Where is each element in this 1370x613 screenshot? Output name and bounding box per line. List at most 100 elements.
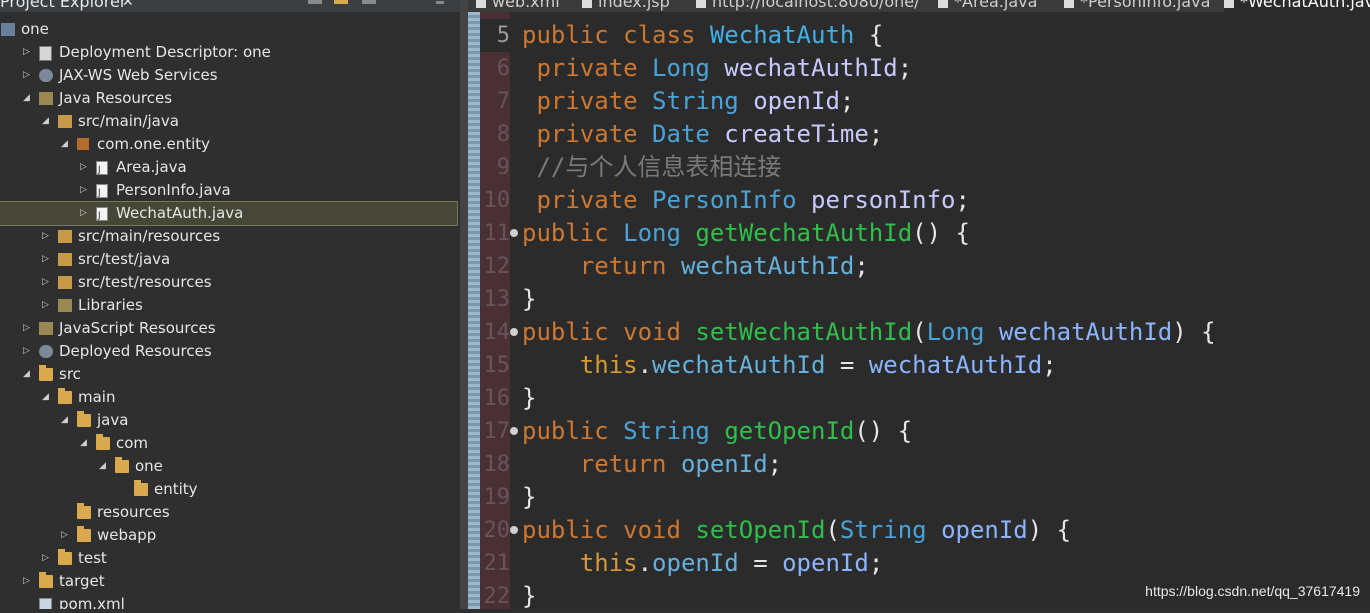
close-explorer-icon[interactable]: ✕ xyxy=(122,0,134,12)
tree-item[interactable]: ◢ Java Resources xyxy=(0,87,460,110)
collapse-icon[interactable]: ◢ xyxy=(23,87,33,110)
view-menu-icon[interactable] xyxy=(362,0,376,4)
code-line[interactable]: this.openId = openId; xyxy=(522,547,883,580)
code-token: Long xyxy=(623,219,696,247)
panel-divider[interactable] xyxy=(460,0,468,609)
tree-item[interactable]: entity xyxy=(0,478,460,501)
tree-item[interactable]: ▷ target xyxy=(0,570,460,593)
expand-icon[interactable]: ▷ xyxy=(80,202,90,225)
code-line[interactable]: return wechatAuthId; xyxy=(522,250,869,283)
code-line[interactable]: private Date createTime; xyxy=(522,118,883,151)
code-token: this xyxy=(579,351,638,379)
editor-tab[interactable]: *WechatAuth.java xyxy=(1224,0,1370,12)
file-icon xyxy=(476,0,486,8)
code-line[interactable]: return openId; xyxy=(522,448,782,481)
tree-item[interactable]: ▷ src/test/resources xyxy=(0,271,460,294)
fold-marker-icon[interactable] xyxy=(510,526,518,534)
tree-item[interactable]: pom.xml xyxy=(0,593,460,609)
minimize-icon[interactable] xyxy=(436,1,444,4)
tree-item[interactable]: ▷ Deployment Descriptor: one xyxy=(0,41,460,64)
folder-icon xyxy=(39,365,53,381)
line-number: 17 xyxy=(483,419,511,444)
fold-marker-icon[interactable] xyxy=(510,229,518,237)
tree-item[interactable]: resources xyxy=(0,501,460,524)
tree-item[interactable]: ◢ java xyxy=(0,409,460,432)
fold-marker-icon[interactable] xyxy=(510,328,518,336)
expand-icon[interactable]: ▷ xyxy=(42,225,52,248)
code-line[interactable]: public String getOpenId() { xyxy=(522,415,912,448)
tree-item-label: JAX-WS Web Services xyxy=(59,66,218,84)
tree-item[interactable]: ◢ src xyxy=(0,363,460,386)
tree-item[interactable]: ◢ com xyxy=(0,432,460,455)
editor-tab[interactable]: *PersonInfo.java xyxy=(1064,0,1222,12)
tree-item[interactable]: ▷ src/test/java xyxy=(0,248,460,271)
code-line[interactable]: private Long wechatAuthId; xyxy=(522,52,912,85)
tree-item[interactable]: ▷ webapp xyxy=(0,524,460,547)
editor-tab[interactable]: *Area.java xyxy=(938,0,1062,12)
project-explorer-panel: Project Explorer ✕ one ▷ Deployment Descri… xyxy=(0,0,460,609)
code-line[interactable]: public void setWechatAuthId(Long wechatA… xyxy=(522,316,1216,349)
tree-item[interactable]: ▷ Libraries xyxy=(0,294,460,317)
collapse-icon[interactable]: ◢ xyxy=(99,455,109,478)
expand-icon[interactable]: ▷ xyxy=(23,64,33,87)
code-line[interactable]: public Long getWechatAuthId() { xyxy=(522,217,970,250)
tree-item[interactable]: ◢ com.one.entity xyxy=(0,133,460,156)
collapse-icon[interactable]: ◢ xyxy=(42,386,52,409)
code-line[interactable]: public void setOpenId(String openId) { xyxy=(522,514,1071,547)
code-token: void xyxy=(623,516,696,544)
tree-item[interactable]: ▷ PersonInfo.java xyxy=(0,179,460,205)
expand-icon[interactable]: ▷ xyxy=(23,41,33,64)
code-line[interactable]: this.wechatAuthId = wechatAuthId; xyxy=(522,349,1057,382)
tree-item[interactable]: ▷ Area.java xyxy=(0,156,460,182)
code-line[interactable]: } xyxy=(522,481,536,514)
tree-item-label: Area.java xyxy=(116,158,187,176)
expand-icon[interactable]: ▷ xyxy=(42,547,52,570)
code-line[interactable]: //与个人信息表相连接 xyxy=(522,151,781,184)
expand-icon[interactable]: ▷ xyxy=(61,524,71,547)
code-line[interactable]: } xyxy=(522,283,536,316)
tree-item[interactable]: ▷ test xyxy=(0,547,460,570)
editor-tab[interactable]: http://localhost:8080/one/ xyxy=(696,0,936,12)
tree-item[interactable]: ▷ JAX-WS Web Services xyxy=(0,64,460,87)
editor-tab[interactable]: index.jsp xyxy=(582,0,694,12)
collapse-icon[interactable]: ◢ xyxy=(80,432,90,455)
code-line[interactable]: } xyxy=(522,580,536,613)
code-line[interactable]: public class WechatAuth { xyxy=(522,19,883,52)
collapse-icon[interactable]: ◢ xyxy=(61,133,71,156)
tree-item[interactable]: ◢ src/main/java xyxy=(0,110,460,133)
collapse-icon[interactable]: ◢ xyxy=(61,409,71,432)
code-editor[interactable]: public class WechatAuth { private Long w… xyxy=(468,12,1370,610)
tree-item[interactable]: ▷ Deployed Resources xyxy=(0,340,460,363)
code-token: wechatAuthId xyxy=(998,318,1173,346)
link-editor-icon[interactable] xyxy=(334,0,348,4)
code-line[interactable]: } xyxy=(522,382,536,415)
tree-item[interactable]: ▷ src/main/resources xyxy=(0,225,460,248)
java-file-icon xyxy=(96,159,108,182)
expand-icon[interactable]: ▷ xyxy=(42,294,52,317)
tree-item[interactable]: ◢ one xyxy=(0,455,460,478)
file-icon xyxy=(1064,0,1074,8)
folder-icon xyxy=(77,503,91,519)
collapse-all-icon[interactable] xyxy=(308,0,322,4)
fold-marker-icon[interactable] xyxy=(510,427,518,435)
expand-icon[interactable]: ▷ xyxy=(23,317,33,340)
editor-tab[interactable]: web.xml xyxy=(476,0,580,12)
source-folder-icon xyxy=(58,115,72,128)
expand-icon[interactable]: ▷ xyxy=(80,179,90,202)
expand-icon[interactable]: ▷ xyxy=(42,248,52,271)
code-token: = xyxy=(738,549,783,577)
file-icon xyxy=(696,0,706,8)
tree-item[interactable]: ▷ WechatAuth.java xyxy=(0,201,458,228)
expand-icon[interactable]: ▷ xyxy=(23,340,33,363)
collapse-icon[interactable]: ◢ xyxy=(42,110,52,133)
tree-item[interactable]: ▷ JavaScript Resources xyxy=(0,317,460,340)
expand-icon[interactable]: ▷ xyxy=(42,271,52,294)
editor-tab-bar: web.xml index.jsp http://localhost:8080/on… xyxy=(468,0,1370,12)
collapse-icon[interactable]: ◢ xyxy=(23,363,33,386)
tree-item[interactable]: one xyxy=(0,18,460,41)
expand-icon[interactable]: ▷ xyxy=(23,570,33,593)
tree-item[interactable]: ◢ main xyxy=(0,386,460,409)
code-line[interactable]: private String openId; xyxy=(522,85,854,118)
expand-icon[interactable]: ▷ xyxy=(80,156,90,179)
code-line[interactable]: private PersonInfo personInfo; xyxy=(522,184,970,217)
